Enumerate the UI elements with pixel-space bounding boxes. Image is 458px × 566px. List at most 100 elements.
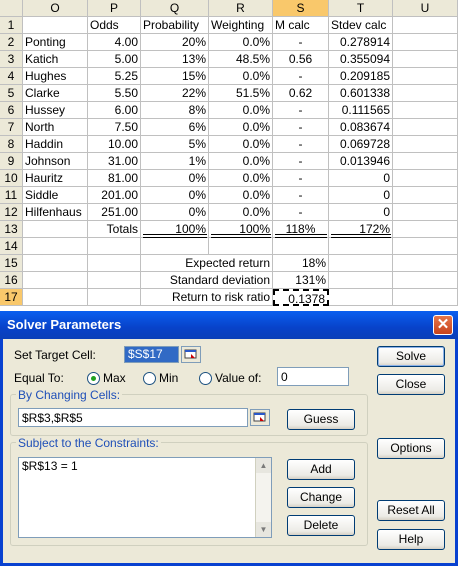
table-cell[interactable]: 0.62 bbox=[273, 85, 329, 102]
spreadsheet-grid[interactable]: O P Q R S T U 1 Odds Probability Weighting M calc St… bbox=[0, 0, 458, 310]
table-cell[interactable]: Probability bbox=[141, 17, 209, 34]
constraint-item[interactable]: $R$13 = 1 bbox=[22, 458, 271, 474]
delete-button[interactable]: Delete bbox=[287, 515, 355, 536]
table-cell[interactable]: 131% bbox=[273, 272, 329, 289]
target-cell-input[interactable]: $S$17 bbox=[124, 346, 179, 363]
table-cell[interactable]: - bbox=[273, 187, 329, 204]
table-cell[interactable]: 0.0% bbox=[209, 68, 273, 85]
table-cell[interactable]: 0.56 bbox=[273, 51, 329, 68]
table-cell[interactable]: Return to risk ratio bbox=[141, 289, 273, 306]
column-header-r[interactable]: R bbox=[209, 0, 273, 17]
table-cell[interactable] bbox=[88, 272, 141, 289]
row-header[interactable]: 11 bbox=[0, 187, 23, 204]
constraints-list[interactable]: $R$13 = 1 ▲ ▼ bbox=[18, 457, 272, 538]
table-cell[interactable]: Katich bbox=[23, 51, 88, 68]
table-cell[interactable]: 8% bbox=[141, 102, 209, 119]
table-cell[interactable]: 0% bbox=[141, 170, 209, 187]
solve-button[interactable]: Solve bbox=[377, 346, 445, 367]
constraints-scrollbar[interactable]: ▲ ▼ bbox=[255, 458, 271, 537]
row-header[interactable]: 17 bbox=[0, 289, 23, 306]
table-cell[interactable]: Siddle bbox=[23, 187, 88, 204]
table-cell[interactable] bbox=[393, 85, 458, 102]
table-cell[interactable]: Odds bbox=[88, 17, 141, 34]
column-header-o[interactable]: O bbox=[23, 0, 88, 17]
row-header[interactable]: 10 bbox=[0, 170, 23, 187]
table-cell[interactable]: Standard deviation bbox=[141, 272, 273, 289]
help-button[interactable]: Help bbox=[377, 529, 445, 550]
table-cell[interactable]: 0.0% bbox=[209, 102, 273, 119]
row-header[interactable]: 5 bbox=[0, 85, 23, 102]
table-cell[interactable]: 118% bbox=[273, 221, 329, 238]
table-cell[interactable] bbox=[393, 119, 458, 136]
row-header[interactable]: 7 bbox=[0, 119, 23, 136]
table-cell[interactable]: Clarke bbox=[23, 85, 88, 102]
table-cell[interactable]: 0.0% bbox=[209, 34, 273, 51]
table-cell[interactable]: Hauritz bbox=[23, 170, 88, 187]
table-cell[interactable]: 0.278914 bbox=[329, 34, 393, 51]
table-cell[interactable]: - bbox=[273, 136, 329, 153]
table-cell[interactable]: 15% bbox=[141, 68, 209, 85]
table-cell[interactable] bbox=[393, 255, 458, 272]
table-cell[interactable] bbox=[393, 136, 458, 153]
table-cell[interactable]: 0.355094 bbox=[329, 51, 393, 68]
table-cell[interactable] bbox=[273, 238, 329, 255]
row-header[interactable]: 12 bbox=[0, 204, 23, 221]
table-cell[interactable]: 0.0% bbox=[209, 119, 273, 136]
column-header-t[interactable]: T bbox=[329, 0, 393, 17]
row-header[interactable]: 1 bbox=[0, 17, 23, 34]
column-header-p[interactable]: P bbox=[88, 0, 141, 17]
table-cell[interactable]: 5.50 bbox=[88, 85, 141, 102]
table-cell[interactable]: 0.083674 bbox=[329, 119, 393, 136]
table-cell[interactable] bbox=[23, 17, 88, 34]
table-cell[interactable]: Hussey bbox=[23, 102, 88, 119]
table-cell[interactable]: 0.209185 bbox=[329, 68, 393, 85]
table-cell[interactable] bbox=[329, 289, 393, 306]
table-cell[interactable] bbox=[141, 238, 209, 255]
table-cell[interactable]: North bbox=[23, 119, 88, 136]
table-cell[interactable]: 0% bbox=[141, 187, 209, 204]
table-cell[interactable] bbox=[393, 187, 458, 204]
options-button[interactable]: Options bbox=[377, 438, 445, 459]
add-button[interactable]: Add bbox=[287, 459, 355, 480]
row-header[interactable]: 8 bbox=[0, 136, 23, 153]
table-cell[interactable]: Stdev calc bbox=[329, 17, 393, 34]
table-cell[interactable]: 0.013946 bbox=[329, 153, 393, 170]
table-cell[interactable]: 100% bbox=[209, 221, 273, 238]
table-cell[interactable] bbox=[23, 255, 88, 272]
table-cell[interactable]: 81.00 bbox=[88, 170, 141, 187]
table-cell[interactable]: 10.00 bbox=[88, 136, 141, 153]
table-cell[interactable]: 0.1378 bbox=[273, 289, 329, 306]
table-cell[interactable]: Hughes bbox=[23, 68, 88, 85]
table-cell[interactable] bbox=[329, 272, 393, 289]
table-cell[interactable]: Ponting bbox=[23, 34, 88, 51]
table-cell[interactable]: - bbox=[273, 204, 329, 221]
table-cell[interactable]: 0 bbox=[329, 187, 393, 204]
row-header[interactable]: 4 bbox=[0, 68, 23, 85]
table-cell[interactable] bbox=[23, 221, 88, 238]
table-cell[interactable] bbox=[88, 289, 141, 306]
table-cell[interactable]: 0.0% bbox=[209, 136, 273, 153]
table-cell[interactable]: - bbox=[273, 153, 329, 170]
table-cell[interactable] bbox=[393, 34, 458, 51]
collapse-dialog-icon[interactable] bbox=[181, 346, 201, 363]
table-cell[interactable]: 201.00 bbox=[88, 187, 141, 204]
table-cell[interactable]: 0.111565 bbox=[329, 102, 393, 119]
table-cell[interactable]: 172% bbox=[329, 221, 393, 238]
table-cell[interactable] bbox=[23, 289, 88, 306]
dialog-titlebar[interactable]: Solver Parameters ✕ bbox=[0, 311, 458, 339]
table-cell[interactable] bbox=[393, 272, 458, 289]
table-cell[interactable]: 4.00 bbox=[88, 34, 141, 51]
radio-value-of[interactable] bbox=[199, 372, 212, 385]
table-cell[interactable] bbox=[209, 238, 273, 255]
table-cell[interactable]: 22% bbox=[141, 85, 209, 102]
collapse-dialog-icon-2[interactable] bbox=[250, 409, 270, 426]
column-header-s[interactable]: S bbox=[273, 0, 329, 17]
table-cell[interactable]: - bbox=[273, 68, 329, 85]
table-cell[interactable]: - bbox=[273, 34, 329, 51]
table-cell[interactable] bbox=[329, 255, 393, 272]
value-of-input[interactable]: 0 bbox=[277, 367, 349, 386]
table-cell[interactable]: 6% bbox=[141, 119, 209, 136]
scroll-down-icon[interactable]: ▼ bbox=[256, 522, 271, 537]
table-cell[interactable]: 251.00 bbox=[88, 204, 141, 221]
table-cell[interactable] bbox=[23, 238, 88, 255]
